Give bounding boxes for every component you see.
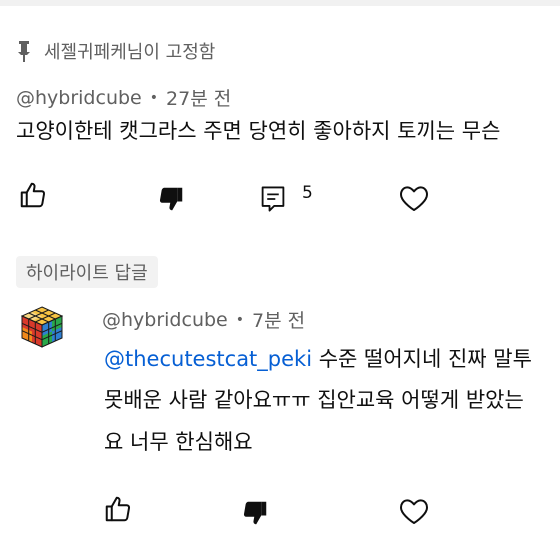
comment-text: 고양이한테 캣그라스 주면 당연히 좋아하지 토끼는 무슨: [16, 119, 501, 143]
pinned-label: 세젤귀페케님이 고정함: [16, 38, 215, 64]
pin-icon: [18, 41, 30, 62]
heart-button[interactable]: [397, 181, 431, 215]
comment-meta: @hybridcube • 27분 전: [16, 84, 231, 111]
reply-heart-button[interactable]: [397, 494, 431, 528]
reply-like-button[interactable]: [101, 492, 135, 526]
reply-button[interactable]: [256, 182, 290, 216]
dislike-icon: [243, 501, 267, 525]
reply-text-line-1: @thecutestcat_peki 수준 떨어지네 진짜 말투: [104, 345, 532, 373]
pinned-text: 세젤귀페케님이 고정함: [44, 42, 216, 63]
heart-icon: [400, 186, 428, 211]
reply-text-rest: 수준 떨어지네 진짜 말투: [312, 347, 532, 371]
like-icon: [20, 182, 46, 208]
mention-link[interactable]: @thecutestcat_peki: [104, 347, 312, 371]
like-button[interactable]: [16, 178, 50, 212]
reply-text-line-3: 요 너무 한심해요: [104, 430, 253, 454]
reply-icon: [261, 186, 285, 212]
meta-separator: •: [235, 311, 245, 328]
reply-time[interactable]: 7분 전: [252, 306, 305, 333]
highlighted-reply-chip: 하이라이트 답글: [16, 256, 158, 288]
comment-time[interactable]: 27분 전: [166, 84, 231, 111]
top-divider: [0, 0, 560, 6]
dislike-icon: [159, 187, 183, 211]
like-icon: [105, 496, 131, 522]
avatar[interactable]: [20, 305, 64, 349]
reply-text-line-2: 못배운 사람 같아요ㅠㅠ 집안교육 어떻게 받았는: [104, 388, 524, 412]
reply-dislike-button[interactable]: [238, 496, 272, 530]
meta-separator: •: [149, 89, 159, 106]
comment-author[interactable]: @hybridcube: [16, 87, 142, 109]
reply-meta: @hybridcube • 7분 전: [102, 306, 305, 333]
reply-count[interactable]: 5: [302, 183, 313, 203]
dislike-button[interactable]: [154, 182, 188, 216]
heart-icon: [400, 499, 428, 524]
avatar-cube-icon: [20, 306, 64, 348]
reply-author[interactable]: @hybridcube: [102, 309, 228, 331]
